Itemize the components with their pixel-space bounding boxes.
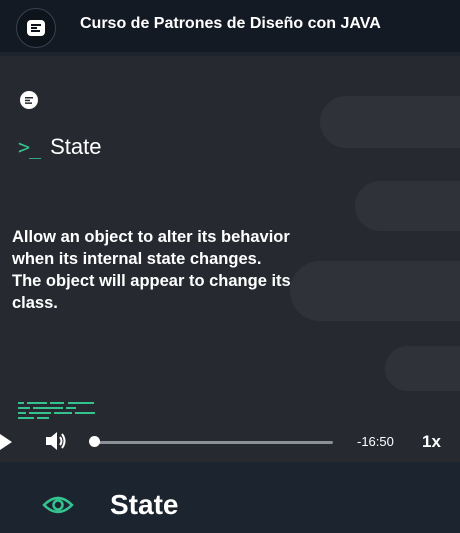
video-player[interactable]: >_ State Allow an object to alter its be… bbox=[0, 56, 460, 462]
course-title: Curso de Patrones de Diseño con JAVA bbox=[80, 15, 381, 32]
decorative-pill bbox=[355, 181, 460, 231]
platform-logo-icon[interactable] bbox=[16, 8, 56, 48]
play-icon[interactable] bbox=[0, 432, 14, 452]
remaining-time: -16:50 bbox=[357, 434, 394, 449]
top-bar: Curso de Patrones de Diseño con JAVA bbox=[0, 0, 460, 52]
decorative-pill bbox=[385, 346, 460, 391]
playback-speed-button[interactable]: 1x bbox=[422, 432, 441, 452]
terminal-prompt-icon: >_ bbox=[18, 135, 41, 159]
section-heading: >_ State bbox=[18, 134, 101, 160]
decorative-pill bbox=[320, 96, 460, 148]
definition-text: Allow an object to alter its behavior wh… bbox=[12, 228, 291, 312]
small-logo-icon bbox=[20, 91, 38, 109]
lesson-title: State bbox=[110, 489, 179, 520]
lesson-row[interactable]: State bbox=[0, 480, 460, 533]
volume-icon[interactable] bbox=[44, 430, 68, 452]
player-controls: -16:50 1x bbox=[0, 422, 460, 462]
progress-handle[interactable] bbox=[88, 436, 100, 447]
eye-icon bbox=[42, 496, 74, 514]
code-lines-decoration bbox=[18, 402, 95, 419]
section-title: State bbox=[50, 134, 102, 159]
progress-track[interactable] bbox=[94, 441, 333, 444]
decorative-pill bbox=[290, 261, 460, 321]
